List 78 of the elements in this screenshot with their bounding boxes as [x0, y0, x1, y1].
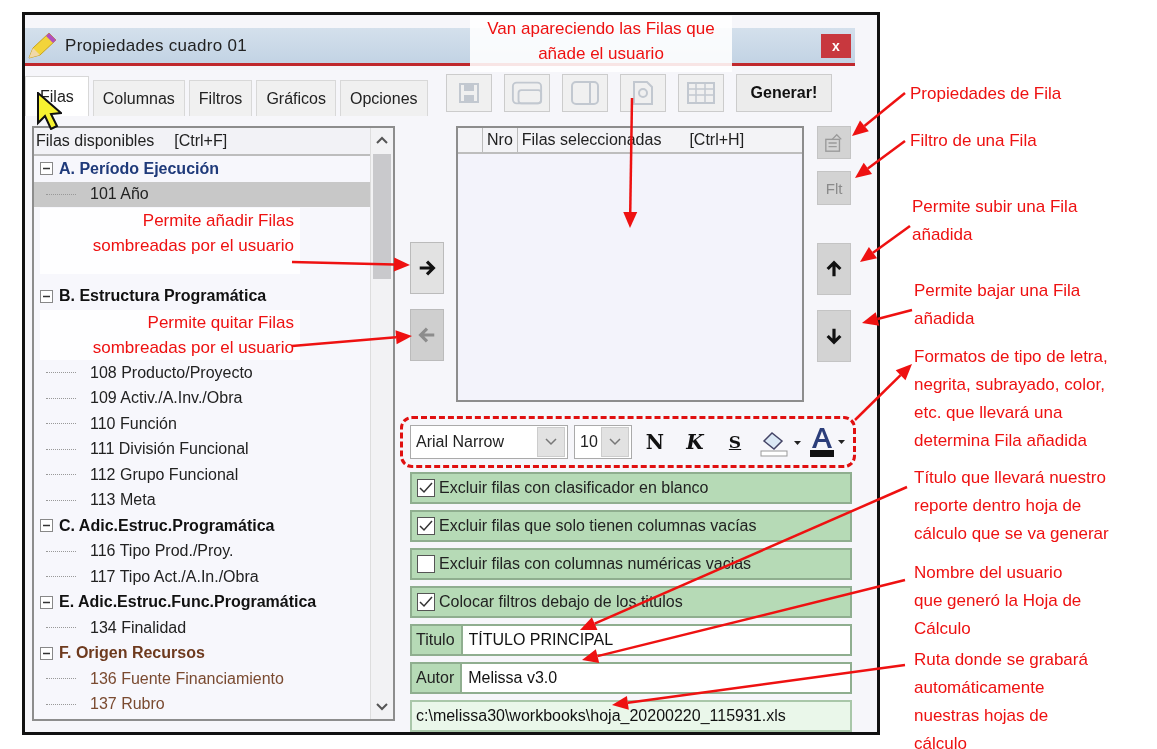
scrollbar[interactable]	[370, 128, 393, 719]
option-checkbox[interactable]: Excluir filas que solo tienen columnas vacías	[410, 510, 852, 542]
annotation-text: Propiedades de Fila	[910, 83, 1063, 105]
annotation-text: Ruta donde se grabará automáticamente nuestras hojas de cálculo	[914, 649, 1089, 749]
tree-item[interactable]: 110 Función	[34, 411, 370, 437]
tree-item[interactable]: 101 Año	[34, 181, 370, 207]
size-dropdown[interactable]: 10	[574, 425, 632, 459]
font-dropdown[interactable]: Arial Narrow	[410, 425, 568, 459]
annotation-text: Permite añadir Filas sombreadas por el usuario	[40, 208, 300, 274]
document-search-icon	[630, 80, 655, 106]
checkbox[interactable]	[417, 517, 435, 535]
tree-item[interactable]: 109 Activ./A.Inv./Obra	[34, 385, 370, 411]
panel-icon	[569, 80, 600, 106]
collapse-icon[interactable]	[40, 646, 53, 660]
tab[interactable]: Columnas	[92, 80, 185, 116]
annotation-arrow	[852, 92, 906, 136]
tree-group[interactable]: E. Adic.Estruc.Func.Programática	[34, 589, 370, 615]
option-label: Excluir filas que solo tienen columnas vacías	[439, 517, 757, 535]
header-label: Filas disponibles	[36, 132, 155, 150]
checkmark-icon	[419, 520, 433, 532]
grid-icon	[685, 81, 716, 105]
tab[interactable]: Opciones	[339, 80, 428, 116]
column-header: Nro	[483, 128, 518, 152]
checkbox[interactable]	[417, 593, 435, 611]
collapse-icon[interactable]	[40, 162, 53, 176]
tree-item[interactable]: 108 Producto/Proyecto	[34, 360, 370, 386]
option-label: Excluir filas con clasificador en blanco	[439, 479, 709, 497]
path-field[interactable]: c:\melissa30\workbooks\hoja_20200220_115931.xls	[410, 700, 852, 732]
annotation-arrow	[854, 364, 912, 421]
generate-button[interactable]: Generar!	[735, 74, 833, 112]
annotation-text: Filtro de una Fila	[910, 130, 1038, 152]
caret-icon	[609, 438, 621, 446]
caret-icon	[545, 438, 557, 446]
move-button[interactable]	[410, 242, 444, 294]
italic-button[interactable]: K	[678, 425, 712, 459]
window-title: Propiedades cuadro 01	[65, 35, 248, 56]
annotation-text: Van apareciendo las Filas que añade el usuario	[470, 16, 732, 72]
collapse-icon[interactable]	[40, 289, 53, 303]
tree-item[interactable]: 111 División Funcional	[34, 436, 370, 462]
tree-item[interactable]: 137 Rubro	[34, 691, 370, 717]
close-button[interactable]: x	[821, 33, 851, 58]
tab[interactable]: Gráficos	[256, 80, 336, 116]
annotation-text: Formatos de tipo de letra, negrita, subrayado, color, etc. que llevará una determina Fila añadida	[914, 346, 1109, 452]
tree-item[interactable]: 113 Meta	[34, 487, 370, 513]
font-color-icon[interactable]	[808, 426, 846, 458]
tree-item[interactable]: 134 Finalidad	[34, 615, 370, 641]
checkbox[interactable]	[417, 479, 435, 497]
option-checkbox[interactable]: Excluir filas con clasificador en blanco	[410, 472, 852, 504]
tree-group[interactable]: B. Estructura Programática	[34, 283, 370, 309]
annotation-text: Título que llevará nuestro reporte dentro hoja de cálculo que se va generar	[914, 467, 1110, 545]
tree-group[interactable]: C. Adic.Estruc.Programática	[34, 513, 370, 539]
tree-group[interactable]: F. Origen Recursos	[34, 640, 370, 666]
tree-item[interactable]: 112 Grupo Funcional	[34, 462, 370, 488]
checkbox[interactable]	[417, 555, 435, 573]
shortcut-label: [Ctrl+F]	[174, 132, 228, 150]
tree-item[interactable]: 136 Fuente Financiamiento	[34, 666, 370, 692]
side-button[interactable]	[817, 310, 852, 362]
underline-button[interactable]: S	[718, 425, 752, 459]
annotation-text: Permite quitar Filas sombreadas por el usuario	[40, 310, 300, 360]
tree-item[interactable]: 116 Tipo Prod./Proy.	[34, 538, 370, 564]
scrollbar-thumb[interactable]	[373, 154, 391, 279]
bold-button[interactable]: N	[638, 425, 672, 459]
annotation-arrow	[855, 140, 906, 178]
window-icon	[510, 80, 543, 106]
annotation-text: Nombre del usuario que generó la Hoja de Cálculo	[914, 562, 1083, 640]
collapse-icon[interactable]	[40, 595, 53, 609]
tree-item[interactable]: 117 Tipo Act./A.In./Obra	[34, 564, 370, 590]
annotation-arrow	[860, 225, 911, 262]
side-button[interactable]	[817, 243, 852, 295]
annotation-arrow	[862, 308, 913, 326]
annotation-text: Permite subir una Fila añadida	[912, 196, 1079, 246]
checkmark-icon	[419, 482, 433, 494]
tree-group[interactable]: A. Período Ejecución	[34, 156, 370, 182]
tab[interactable]: Filtros	[188, 80, 253, 116]
annotation-text: Permite bajar una Fila añadida	[914, 280, 1082, 330]
checkmark-icon	[419, 596, 433, 608]
collapse-icon[interactable]	[40, 519, 53, 533]
shortcut-label: [Ctrl+H]	[689, 131, 745, 149]
